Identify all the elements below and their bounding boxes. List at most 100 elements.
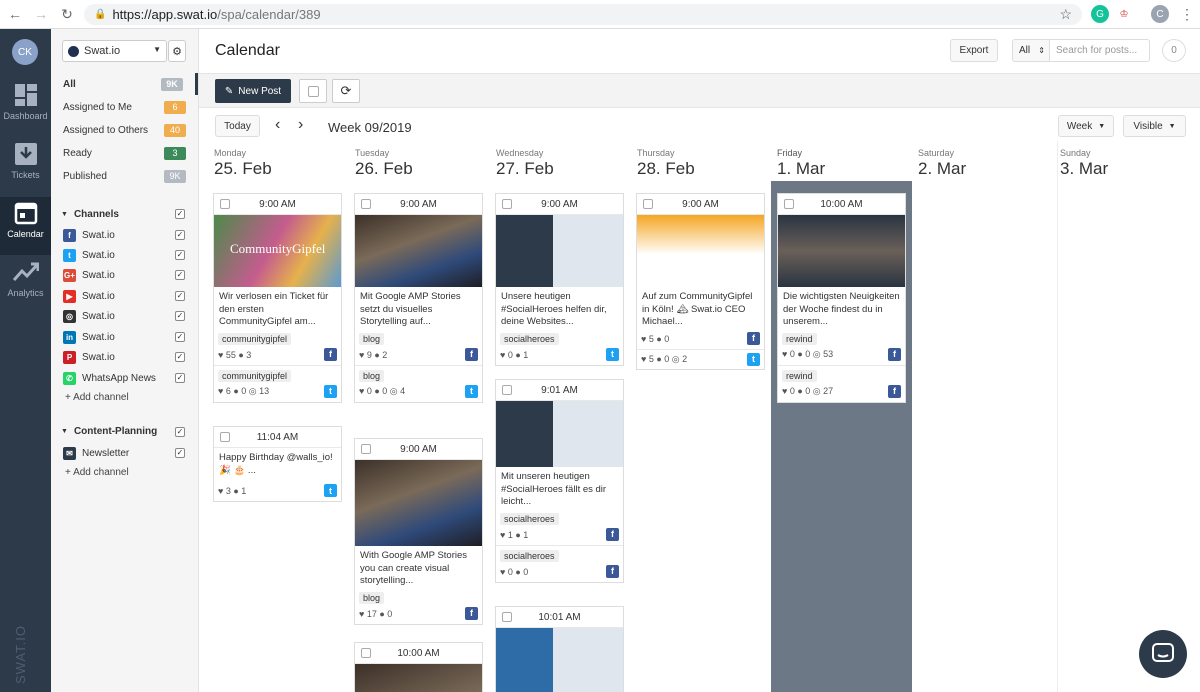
post-card[interactable]: 10:00 AM xyxy=(354,642,483,692)
post-card[interactable]: 9:00 AM Unsere heutigen #SocialHeroes he… xyxy=(495,193,624,366)
post-stats: ♥ 17 ● 0 f xyxy=(355,604,482,624)
post-tag[interactable]: rewind xyxy=(782,332,817,345)
post-tag[interactable]: communitygipfel xyxy=(218,369,292,382)
post-checkbox[interactable] xyxy=(784,199,794,209)
select-all-button[interactable] xyxy=(299,79,327,103)
gear-icon[interactable]: ⚙ xyxy=(168,40,186,62)
chat-button[interactable] xyxy=(1139,630,1187,678)
add-channel-link[interactable]: + Add channel xyxy=(65,467,129,478)
tickets-icon xyxy=(14,143,37,165)
youtube-icon: ▶ xyxy=(63,289,76,303)
post-checkbox[interactable] xyxy=(502,612,512,622)
facebook-icon: f xyxy=(63,228,76,242)
view-select[interactable]: Week ▼ xyxy=(1058,115,1114,137)
channel-checkbox[interactable]: ✓ xyxy=(175,230,185,240)
post-tag[interactable]: rewind xyxy=(782,369,817,382)
filter-ready[interactable]: Ready 3 xyxy=(51,142,198,164)
grammarly-icon[interactable]: G xyxy=(1091,5,1109,23)
post-tag[interactable]: blog xyxy=(359,369,385,382)
post-image xyxy=(778,215,905,287)
post-checkbox[interactable] xyxy=(361,199,371,209)
channel-checkbox[interactable]: ✓ xyxy=(175,373,185,383)
rail-item-calendar[interactable]: Calendar xyxy=(0,197,51,255)
visibility-select[interactable]: Visible ▼ xyxy=(1123,115,1186,137)
post-card[interactable]: 11:04 AM Happy Birthday @walls_io! 🎉 🎂 .… xyxy=(213,426,342,502)
channel-checkbox[interactable]: ✓ xyxy=(175,332,185,342)
next-week-icon[interactable]: › xyxy=(298,116,303,134)
channel-item[interactable]: P Swat.io xyxy=(63,348,193,366)
search-input[interactable]: Search for posts... xyxy=(1049,39,1150,62)
planning-checkbox[interactable]: ✓ xyxy=(175,427,185,437)
menu-icon[interactable]: ⋮ xyxy=(1176,6,1198,23)
rail-item-dashboard[interactable]: Dashboard xyxy=(0,79,51,137)
post-checkbox[interactable] xyxy=(361,648,371,658)
post-checkbox[interactable] xyxy=(502,385,512,395)
post-checkbox[interactable] xyxy=(220,432,230,442)
extension-icon[interactable]: ♔ xyxy=(1115,5,1133,23)
post-tag[interactable]: blog xyxy=(359,591,385,604)
channel-checkbox[interactable]: ✓ xyxy=(175,270,185,280)
post-card[interactable]: 9:00 AM Auf zum CommunityGipfel in Köln!… xyxy=(636,193,765,370)
channel-item[interactable]: ◎ Swat.io xyxy=(63,307,193,325)
channel-checkbox[interactable]: ✓ xyxy=(175,250,185,260)
forward-icon[interactable]: → xyxy=(30,6,52,22)
post-card[interactable]: 10:00 AM Die wichtigsten Neuigkeiten der… xyxy=(777,193,906,403)
stats-values: ♥ 9 ● 2 xyxy=(359,349,388,360)
add-channel-link[interactable]: + Add channel xyxy=(65,392,129,403)
filter-select[interactable]: All ⇕ xyxy=(1012,39,1050,62)
filter-published[interactable]: Published 9K xyxy=(51,165,198,187)
content-planning-header[interactable]: ▼ Content-Planning xyxy=(61,426,157,437)
prev-week-icon[interactable]: ‹ xyxy=(275,116,280,134)
post-tag[interactable]: socialheroes xyxy=(500,332,559,345)
today-button[interactable]: Today xyxy=(215,115,260,137)
dashboard-icon xyxy=(14,84,37,106)
planning-item[interactable]: ✉ Newsletter xyxy=(63,444,193,462)
export-button[interactable]: Export xyxy=(950,39,998,62)
notification-count[interactable]: 0 xyxy=(1162,39,1186,62)
channel-checkbox[interactable]: ✓ xyxy=(175,352,185,362)
rail-item-analytics[interactable]: Analytics xyxy=(0,256,51,314)
channel-item[interactable]: in Swat.io xyxy=(63,328,193,346)
refresh-button[interactable]: ⟳ xyxy=(332,79,360,103)
lock-icon: 🔒 xyxy=(94,9,107,20)
filter-assigned-to-me[interactable]: Assigned to Me 6 xyxy=(51,96,198,118)
post-card[interactable]: 10:01 AM xyxy=(495,606,624,692)
avatar[interactable]: CK xyxy=(12,39,38,65)
post-checkbox[interactable] xyxy=(643,199,653,209)
caret-down-icon: ▼ xyxy=(61,211,68,218)
post-tag[interactable]: communitygipfel xyxy=(218,332,292,345)
address-bar[interactable]: 🔒 https://app.swat.io/spa/calendar/389 ☆ xyxy=(84,4,1082,25)
channels-checkbox[interactable]: ✓ xyxy=(175,209,185,219)
account-select[interactable]: Swat.io ▼ xyxy=(62,40,167,62)
channel-item[interactable]: G+ Swat.io xyxy=(63,266,193,284)
rail-item-tickets[interactable]: Tickets xyxy=(0,138,51,196)
post-card[interactable]: 9:00 AM Mit Google AMP Stories setzt du … xyxy=(354,193,483,403)
post-card[interactable]: 9:00 AM CommunityGipfel Wir verlosen ein… xyxy=(213,193,342,403)
post-tag[interactable]: socialheroes xyxy=(500,549,559,562)
filter-all[interactable]: All 9K xyxy=(51,73,198,95)
channel-checkbox[interactable]: ✓ xyxy=(175,291,185,301)
channels-header[interactable]: ▼ Channels xyxy=(61,209,119,220)
new-post-button[interactable]: ✎ New Post xyxy=(215,79,291,103)
channel-checkbox[interactable]: ✓ xyxy=(175,311,185,321)
twitter-icon: t xyxy=(324,384,337,398)
star-icon[interactable]: ☆ xyxy=(1059,6,1072,23)
filter-assigned-to-others[interactable]: Assigned to Others 40 xyxy=(51,119,198,141)
profile-icon[interactable]: C xyxy=(1151,5,1169,23)
channel-item[interactable]: ✆ WhatsApp News xyxy=(63,369,193,387)
channel-item[interactable]: t Swat.io xyxy=(63,246,193,264)
planning-label: Newsletter xyxy=(82,447,130,459)
post-card[interactable]: 9:01 AM Mit unseren heutigen #SocialHero… xyxy=(495,379,624,583)
post-tag[interactable]: socialheroes xyxy=(500,512,559,525)
post-checkbox[interactable] xyxy=(502,199,512,209)
reload-icon[interactable]: ↻ xyxy=(56,6,78,23)
post-checkbox[interactable] xyxy=(220,199,230,209)
channel-item[interactable]: ▶ Swat.io xyxy=(63,287,193,305)
planning-item-checkbox[interactable]: ✓ xyxy=(175,448,185,458)
post-text: With Google AMP Stories you can create v… xyxy=(360,550,468,586)
post-checkbox[interactable] xyxy=(361,444,371,454)
channel-item[interactable]: f Swat.io xyxy=(63,226,193,244)
post-card[interactable]: 9:00 AM With Google AMP Stories you can … xyxy=(354,438,483,625)
back-icon[interactable]: ← xyxy=(4,6,26,22)
post-tag[interactable]: blog xyxy=(359,332,385,345)
